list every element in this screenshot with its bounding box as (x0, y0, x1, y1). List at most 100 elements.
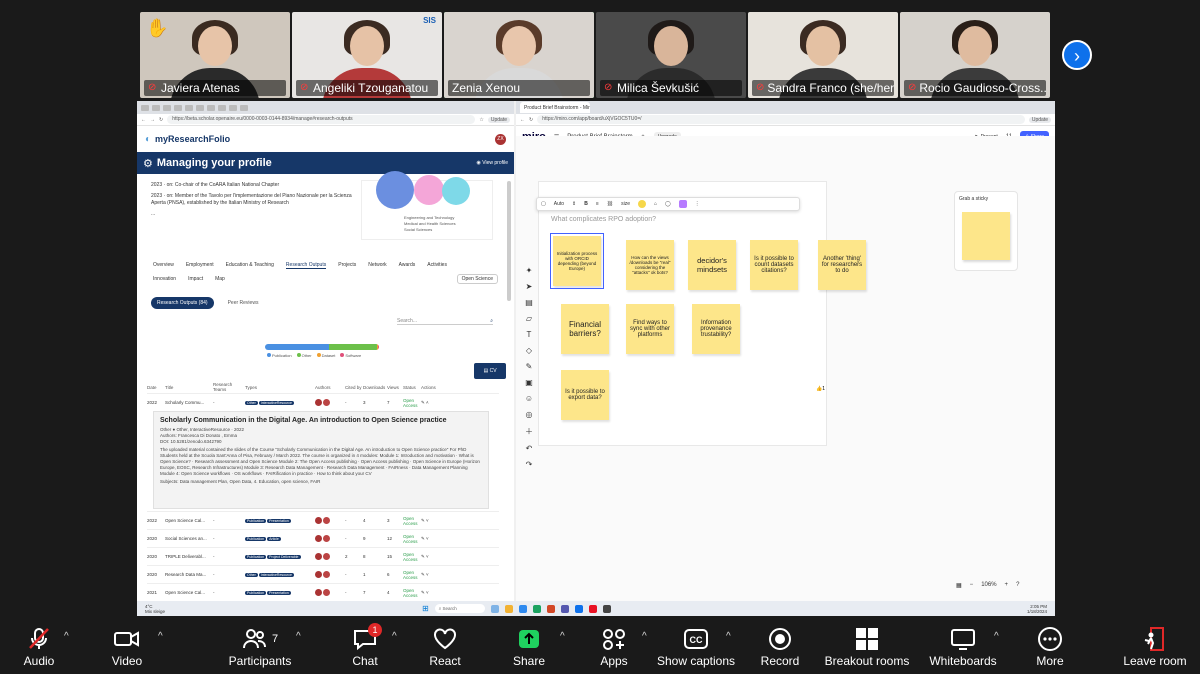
user-avatar[interactable]: ZX (495, 133, 506, 145)
tag-icon[interactable]: ⌂ (654, 201, 657, 207)
comment-icon[interactable]: ◯ (665, 201, 671, 207)
tab-icon[interactable] (152, 104, 160, 111)
share-screen-button[interactable]: Share (512, 625, 546, 668)
tab-miro[interactable]: Product Brief Brainstorm - Miro (520, 102, 590, 113)
more-button[interactable]: More (1034, 625, 1066, 668)
plus-icon[interactable]: ＋ (525, 426, 533, 437)
sticky-note[interactable]: Financial barriers? (561, 304, 609, 354)
tab-icon[interactable] (240, 104, 248, 111)
sticky-note-icon[interactable]: ▱ (526, 314, 532, 323)
undo-icon[interactable]: ↶ (526, 444, 533, 453)
app-icon[interactable] (574, 604, 583, 613)
cv-button[interactable]: ▤ CV (474, 363, 506, 379)
sticky-note[interactable]: decidor's mindsets (688, 240, 736, 290)
profile-tab[interactable]: Activities (427, 262, 447, 268)
size-select[interactable]: size (621, 201, 630, 207)
participant-tile[interactable]: SIS ⊘ Angeliki Tzouganatou (292, 12, 442, 98)
profile-tab[interactable]: Employment (186, 262, 214, 268)
tab-icon[interactable] (174, 104, 182, 111)
open-science-button[interactable]: Open Science (456, 274, 498, 284)
table-row[interactable]: 2022 Open Science Cal... - Publication Prese… (147, 511, 499, 529)
app-icon[interactable] (588, 604, 597, 613)
help-icon[interactable]: ? (1016, 582, 1019, 589)
next-page-arrow-icon[interactable]: › (1062, 40, 1092, 70)
table-row[interactable]: 2020 Social Sciences an... - Publication Art… (147, 529, 499, 547)
sticky-note[interactable]: Information provenance trustability? (692, 304, 740, 354)
scrollbar[interactable] (507, 181, 511, 301)
audio-options-caret-icon[interactable]: ^ (64, 631, 69, 642)
template-icon[interactable]: ▤ (525, 298, 533, 307)
profile-tab[interactable]: Awards (399, 262, 416, 268)
app-icon[interactable] (490, 604, 499, 613)
table-row[interactable]: 2022 Scholarly Commu... - Other Interacti… (147, 393, 499, 411)
zoom-level[interactable]: 106% (981, 582, 996, 589)
sticky-note[interactable]: Find ways to sync with other platforms (626, 304, 674, 354)
participant-tile[interactable]: ⊘ Sandra Franco (she/her) (748, 12, 898, 98)
record-button[interactable]: Record (760, 625, 800, 668)
redo-icon[interactable]: ↷ (526, 460, 533, 469)
apps-caret-icon[interactable]: ^ (642, 631, 647, 642)
sparkle-icon[interactable]: ✦ (526, 266, 533, 275)
more-icon[interactable]: ⋮ (695, 201, 700, 207)
font-select[interactable]: Auto (554, 201, 564, 207)
tab-icon[interactable] (163, 104, 171, 111)
tab-icon[interactable] (185, 104, 193, 111)
search-input[interactable]: Search... (397, 318, 417, 324)
weather-widget[interactable]: 4°C Mix sleige (145, 604, 185, 614)
column-header[interactable]: Date (147, 385, 165, 390)
ai-icon[interactable] (678, 200, 687, 208)
app-icon[interactable] (546, 604, 555, 613)
url-input[interactable]: https://miro.com/app/board/uXjVGOC5TU0=/ (537, 115, 1025, 124)
color-swatch[interactable] (638, 200, 647, 208)
comment-icon[interactable]: ◎ (526, 410, 533, 419)
reload-icon[interactable]: ↻ (529, 117, 533, 123)
align-icon[interactable]: ≡ (596, 201, 599, 207)
leave-room-button[interactable]: Leave room (1120, 625, 1190, 668)
sticky-template[interactable] (962, 212, 1010, 260)
participant-tile[interactable]: ⊘ Milica Ševkušić (596, 12, 746, 98)
sticky-note[interactable]: Initialization process with ORCID depend… (550, 233, 604, 289)
whiteboards-button[interactable]: Whiteboards (928, 625, 998, 668)
column-header[interactable]: Authors (315, 385, 345, 390)
cursor-icon[interactable]: ➤ (526, 282, 533, 291)
taskbar-search[interactable]: ⌕ Search (434, 604, 485, 613)
app-icon[interactable] (504, 604, 513, 613)
bold-icon[interactable]: B (584, 201, 588, 207)
update-button[interactable]: Update (487, 116, 510, 123)
edit-icon[interactable]: ✎ ˅ (421, 590, 443, 596)
captions-caret-icon[interactable]: ^ (726, 631, 731, 642)
video-options-caret-icon[interactable]: ^ (158, 631, 163, 642)
react-button[interactable]: React (428, 625, 462, 668)
app-icon[interactable] (602, 604, 611, 613)
research-outputs-pill[interactable]: Research Outputs (84) (151, 297, 214, 309)
share-caret-icon[interactable]: ^ (560, 631, 565, 642)
table-row[interactable]: 2020 Research Data Ma... - Other Interactive… (147, 565, 499, 583)
column-header[interactable]: Types (245, 385, 315, 390)
participant-tile[interactable]: ⊘ Rocio Gaudioso-Cross... (900, 12, 1050, 98)
column-header[interactable]: Views (387, 385, 403, 390)
profile-tab[interactable]: Map (215, 276, 225, 282)
audio-button[interactable]: Audio (20, 625, 58, 668)
edit-icon[interactable]: ✎ ˅ (421, 554, 443, 560)
table-row[interactable]: 2021 Open Science Cal... - Publication Prese… (147, 583, 499, 601)
shapes-icon[interactable]: ◇ (526, 346, 532, 355)
back-arrow-icon[interactable]: ← (520, 117, 525, 123)
edit-icon[interactable]: ✎ ˅ (421, 572, 443, 578)
reaction-badge[interactable]: 👍1 (816, 386, 825, 392)
tab-icon[interactable] (207, 104, 215, 111)
sticky-note[interactable]: Is it possible to export data? (561, 370, 609, 420)
reload-icon[interactable]: ↻ (159, 117, 163, 123)
frame-icon[interactable]: ▣ (525, 378, 533, 387)
grid-icon[interactable]: ▦ (956, 582, 962, 589)
column-header[interactable]: Research Teams (213, 382, 245, 392)
video-button[interactable]: Video (108, 625, 146, 668)
app-icon[interactable] (560, 604, 569, 613)
emoji-icon[interactable]: ☺ (525, 394, 533, 403)
star-icon[interactable]: ☆ (479, 117, 483, 123)
column-header[interactable]: Cited by (345, 385, 363, 390)
taskbar-clock[interactable]: 2:05 PM 1/18/2024 (1027, 604, 1047, 614)
profile-tab[interactable]: Projects (338, 262, 356, 268)
outputs-search[interactable]: Search... ⌕ (397, 318, 493, 325)
view-profile-link[interactable]: ◉ View profile (476, 160, 508, 166)
profile-tab[interactable]: Research Outputs (285, 262, 327, 269)
